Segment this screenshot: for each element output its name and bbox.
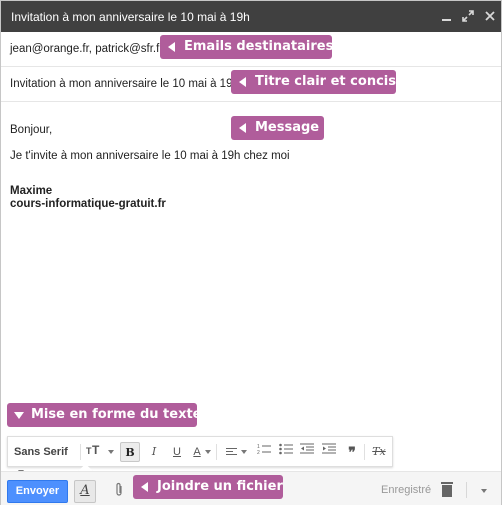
paperclip-icon[interactable] (112, 482, 126, 500)
bold-button[interactable]: B (120, 442, 140, 462)
recipients-value: jean@orange.fr, patrick@sfr.fr (10, 43, 164, 55)
annotation-subject: Titre clair et concis (231, 70, 396, 94)
annotation-subject-label: Titre clair et concis (255, 74, 396, 89)
body-message: Je t'invite à mon anniversaire le 10 mai… (10, 150, 290, 162)
toolbar-divider (364, 444, 365, 460)
chevron-down-icon[interactable] (481, 489, 487, 493)
arrow-left-icon (168, 42, 175, 52)
subject-value: Invitation à mon anniversaire le 10 mai … (10, 78, 239, 90)
svg-text:T: T (92, 443, 100, 455)
minimize-icon[interactable] (439, 8, 455, 24)
message-body[interactable]: Bonjour, Je t'invite à mon anniversaire … (1, 102, 501, 400)
annotation-recipients: Emails destinataires (160, 35, 334, 59)
quote-icon[interactable]: ❞ (344, 442, 360, 462)
indent-less-icon[interactable] (299, 442, 315, 462)
bottom-divider (466, 482, 467, 498)
align-icon[interactable] (222, 442, 250, 462)
expand-icon[interactable] (460, 8, 476, 24)
arrow-down-icon (14, 412, 24, 419)
compose-title-bar[interactable]: Invitation à mon anniversaire le 10 mai … (1, 1, 501, 32)
arrow-left-icon (239, 77, 246, 87)
toolbar-divider (80, 444, 81, 460)
annotation-attach: Joindre un fichier (133, 475, 283, 499)
save-status: Enregistré (381, 484, 432, 496)
svg-text:2: 2 (257, 450, 260, 455)
annotation-attach-label: Joindre un fichier (157, 479, 283, 494)
indent-more-icon[interactable] (321, 442, 337, 462)
close-icon[interactable] (482, 8, 498, 24)
text-size-icon[interactable]: TT (86, 442, 114, 462)
signature-site: cours-informatique-gratuit.fr (10, 198, 166, 210)
annotation-recipients-label: Emails destinataires (184, 39, 334, 54)
formatting-toolbar: Sans Serif TT B I U A 12 ❞ Tx (7, 436, 393, 475)
annotation-formatting: Mise en forme du texte (7, 403, 202, 427)
font-family-select[interactable]: Sans Serif (14, 442, 76, 475)
chevron-down-icon (204, 450, 211, 455)
italic-button[interactable]: I (145, 442, 163, 462)
font-family-label: Sans Serif (14, 446, 68, 458)
signature-name: Maxime (10, 185, 53, 197)
annotation-message: Message (231, 116, 324, 140)
formatting-options-button[interactable]: A (74, 480, 96, 503)
remove-formatting-button[interactable]: Tx (371, 442, 387, 462)
toolbar-divider (216, 444, 217, 460)
annotation-message-label: Message (255, 120, 320, 135)
text-color-button[interactable]: A (190, 442, 214, 462)
text-color-label: A (193, 446, 201, 458)
annotation-formatting-label: Mise en forme du texte (31, 407, 202, 422)
send-button[interactable]: Envoyer (7, 480, 68, 503)
underline-button[interactable]: U (168, 442, 186, 462)
arrow-left-icon (141, 482, 148, 492)
chevron-down-icon (108, 450, 114, 455)
bulleted-list-icon[interactable] (278, 442, 294, 462)
window-title: Invitation à mon anniversaire le 10 mai … (11, 10, 250, 24)
arrow-left-icon (239, 123, 246, 133)
chevron-down-icon (240, 450, 247, 455)
trash-icon[interactable] (441, 482, 453, 497)
numbered-list-icon[interactable]: 12 (256, 442, 272, 462)
body-greeting: Bonjour, (10, 124, 53, 136)
align-lines (225, 447, 237, 457)
